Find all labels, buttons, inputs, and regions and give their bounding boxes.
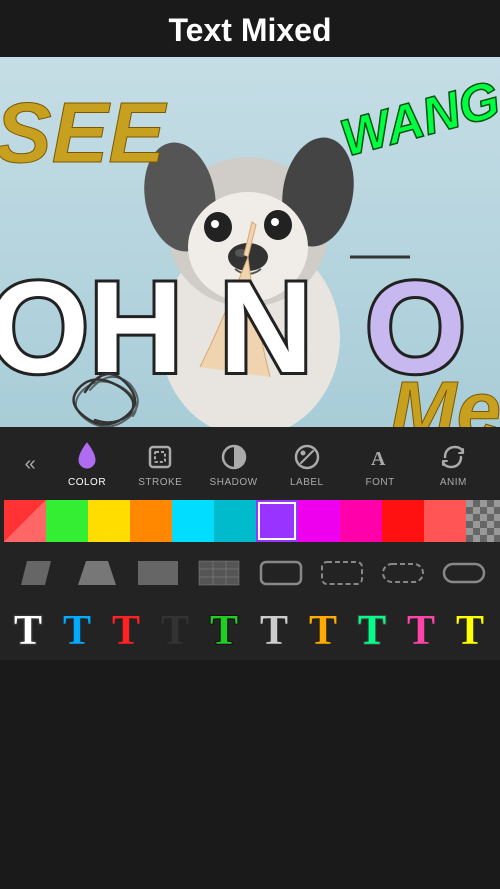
tab-anim[interactable]: ANIM xyxy=(423,441,483,488)
shape-pill[interactable] xyxy=(439,554,489,592)
svg-text:T: T xyxy=(456,608,484,650)
shape-trapezoid[interactable] xyxy=(72,554,122,592)
text-style-gray[interactable]: T xyxy=(252,604,298,650)
color-swatch-purple[interactable] xyxy=(256,500,298,542)
color-swatch-teal[interactable] xyxy=(214,500,256,542)
font-icon: A xyxy=(364,441,396,473)
svg-text:T: T xyxy=(260,608,288,650)
text-style-red[interactable]: T xyxy=(104,604,150,650)
svg-text:A: A xyxy=(371,448,386,470)
stroke-icon xyxy=(144,441,176,473)
color-palette xyxy=(0,494,500,548)
page-title: Text Mixed xyxy=(169,12,332,48)
color-swatch-yellow[interactable] xyxy=(88,500,130,542)
svg-text:T: T xyxy=(14,608,42,650)
color-swatch-red[interactable] xyxy=(4,500,46,542)
svg-text:T: T xyxy=(309,608,337,650)
svg-text:T: T xyxy=(358,608,386,650)
svg-text:T: T xyxy=(112,608,140,650)
shape-rounded-rect-dash[interactable] xyxy=(317,554,367,592)
color-swatch-orange[interactable] xyxy=(130,500,172,542)
color-swatch-green[interactable] xyxy=(46,500,88,542)
anim-icon xyxy=(437,441,469,473)
svg-text:T: T xyxy=(210,608,238,650)
tab-color[interactable]: COLOR xyxy=(57,441,117,488)
text-style-white[interactable]: T xyxy=(6,604,52,650)
text-style-mint[interactable]: T xyxy=(350,604,396,650)
svg-text:T: T xyxy=(407,608,435,650)
color-icon xyxy=(71,441,103,473)
color-swatch-checker[interactable] xyxy=(466,500,500,542)
tab-shadow[interactable]: SHADOW xyxy=(204,441,264,488)
canvas-scene: SEE WANG OH N O Me xyxy=(0,57,500,427)
tool-tabs: « COLOR STROKE xyxy=(0,435,500,494)
toolbar: « COLOR STROKE xyxy=(0,427,500,660)
shape-rounded-rect[interactable] xyxy=(256,554,306,592)
svg-text:OH N: OH N xyxy=(0,254,313,400)
label-label: LABEL xyxy=(290,477,324,488)
svg-text:Me: Me xyxy=(390,365,500,427)
shape-rectangle[interactable] xyxy=(133,554,183,592)
shape-grid[interactable] xyxy=(194,554,244,592)
back-button[interactable]: « xyxy=(17,449,44,480)
text-style-orange[interactable]: T xyxy=(301,604,347,650)
color-swatch-hotred[interactable] xyxy=(382,500,424,542)
shape-parallelogram[interactable] xyxy=(11,554,61,592)
tab-label[interactable]: LABEL xyxy=(277,441,337,488)
shadow-label: SHADOW xyxy=(210,477,258,488)
color-label: COLOR xyxy=(68,477,106,488)
text-style-row: T T T T T T xyxy=(0,598,500,656)
tab-font[interactable]: A FONT xyxy=(350,441,410,488)
text-style-yellow[interactable]: T xyxy=(448,604,494,650)
tab-stroke[interactable]: STROKE xyxy=(130,441,190,488)
shadow-icon xyxy=(218,441,250,473)
shape-row xyxy=(0,548,500,598)
canvas-area: SEE WANG OH N O Me xyxy=(0,57,500,427)
text-style-green[interactable]: T xyxy=(202,604,248,650)
shape-pill-dash[interactable] xyxy=(378,554,428,592)
svg-text:SEE: SEE xyxy=(0,86,167,181)
stroke-label: STROKE xyxy=(138,477,182,488)
svg-text:T: T xyxy=(63,608,91,650)
text-style-blue[interactable]: T xyxy=(55,604,101,650)
color-swatch-lightred[interactable] xyxy=(424,500,466,542)
color-swatch-magenta[interactable] xyxy=(298,500,340,542)
anim-label: ANIM xyxy=(440,477,467,488)
text-style-dark[interactable]: T xyxy=(153,604,199,650)
font-label: FONT xyxy=(365,477,394,488)
color-swatch-pink[interactable] xyxy=(340,500,382,542)
color-swatch-cyan[interactable] xyxy=(172,500,214,542)
text-style-hotpink[interactable]: T xyxy=(399,604,445,650)
svg-text:T: T xyxy=(161,608,189,650)
header: Text Mixed xyxy=(0,0,500,57)
label-icon xyxy=(291,441,323,473)
